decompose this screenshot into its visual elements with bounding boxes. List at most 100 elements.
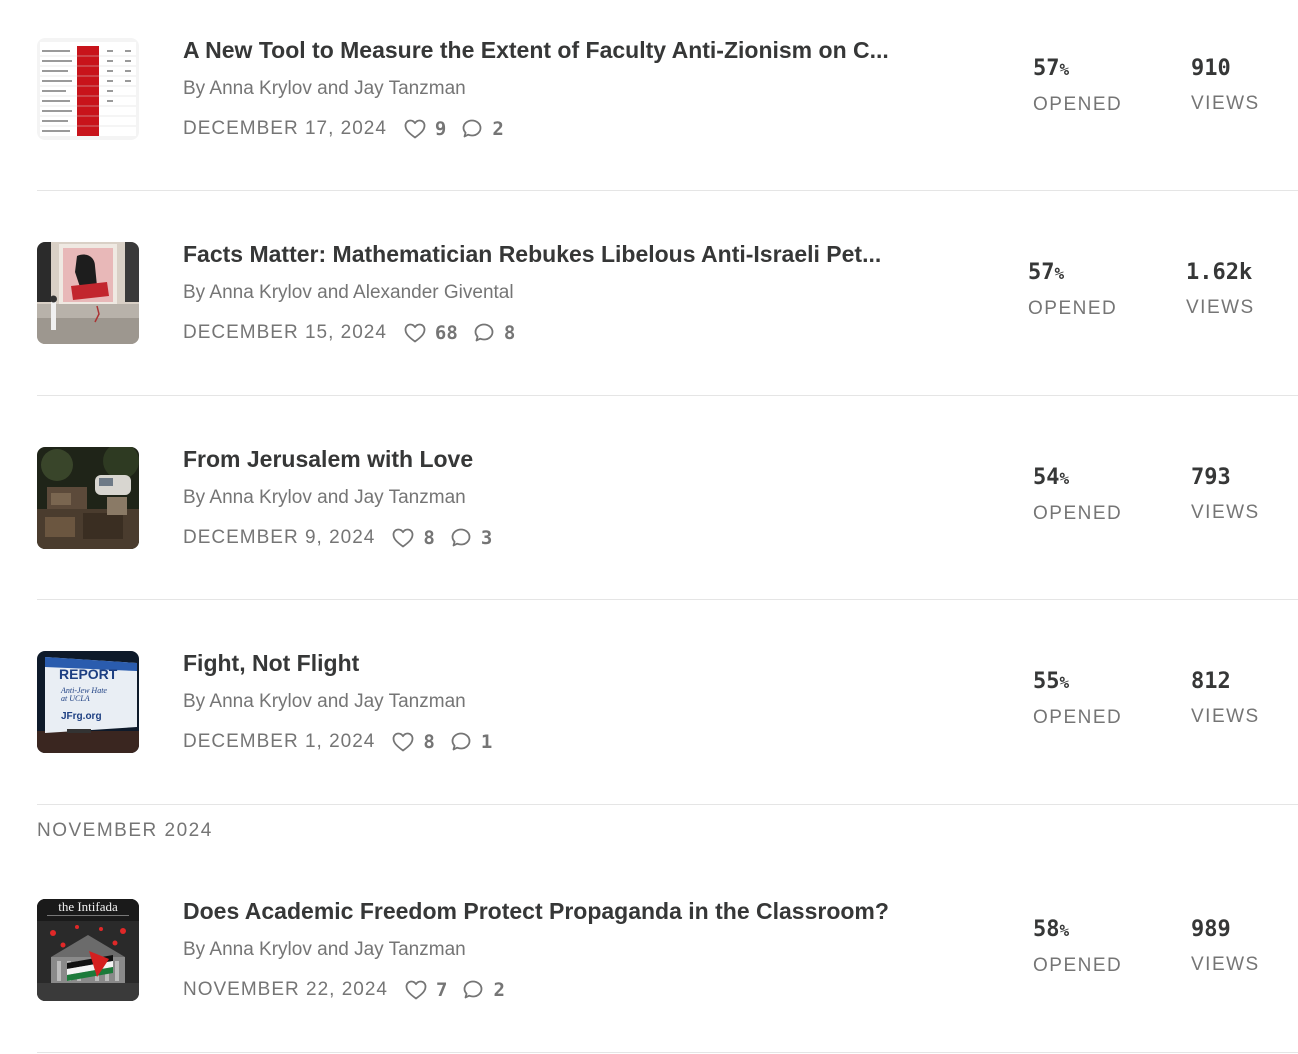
comment-icon[interactable] <box>449 730 473 754</box>
post-row[interactable]: Facts Matter: Mathematician Rebukes Libe… <box>37 240 1298 392</box>
opened-stat: 55% OPENED <box>1033 668 1153 730</box>
street-photo-thumbnail <box>37 447 139 549</box>
views-label: VIEWS <box>1186 297 1255 318</box>
heart-icon[interactable] <box>403 117 427 141</box>
opened-label: OPENED <box>1033 503 1123 524</box>
opened-label: OPENED <box>1033 955 1123 976</box>
heart-icon[interactable] <box>391 526 415 550</box>
comment-count: 8 <box>503 322 516 344</box>
opened-stat: 57% OPENED <box>1028 259 1148 321</box>
views-label: VIEWS <box>1191 502 1260 523</box>
post-byline[interactable]: By Anna Krylov and Alexander Givental <box>183 281 514 305</box>
views-stat: 793 VIEWS <box>1191 464 1298 525</box>
comment-count: 2 <box>493 979 505 1001</box>
opened-unit: % <box>1059 921 1070 940</box>
post-title[interactable]: A New Tool to Measure the Extent of Facu… <box>183 36 953 64</box>
like-count: 7 <box>435 979 448 1001</box>
views-value: 793 <box>1191 465 1231 490</box>
post-meta: DECEMBER 1, 2024 8 1 <box>183 730 506 754</box>
opened-stat: 58% OPENED <box>1033 916 1153 978</box>
like-count: 8 <box>423 527 435 549</box>
cover-title: the Intifada <box>58 899 118 914</box>
row-divider <box>37 395 1298 396</box>
comment-icon[interactable] <box>472 321 496 345</box>
post-byline[interactable]: By Anna Krylov and Jay Tanzman <box>183 486 466 510</box>
views-value: 1.62k <box>1186 260 1253 285</box>
post-title[interactable]: From Jerusalem with Love <box>183 445 953 473</box>
magazine-cover-thumbnail: the Intifada <box>37 899 139 1001</box>
poster-wall-thumbnail <box>37 242 139 344</box>
post-meta: DECEMBER 15, 2024 68 8 <box>183 321 529 345</box>
post-row[interactable]: REPORT Anti-Jew Hate at UCLA JFrg.org Fi… <box>37 649 1298 801</box>
heart-icon[interactable] <box>403 321 427 345</box>
post-thumbnail[interactable] <box>37 447 139 549</box>
opened-label: OPENED <box>1033 707 1123 728</box>
views-stat: 910 VIEWS <box>1191 55 1298 116</box>
comment-icon[interactable] <box>449 526 473 550</box>
post-thumbnail[interactable]: REPORT Anti-Jew Hate at UCLA JFrg.org <box>37 651 139 753</box>
like-count: 68 <box>434 322 458 344</box>
row-divider <box>37 190 1298 191</box>
opened-value: 58 <box>1033 917 1060 942</box>
comment-icon[interactable] <box>460 117 484 141</box>
billboard-url: JFrg.org <box>61 711 102 722</box>
comment-icon[interactable] <box>461 978 485 1002</box>
views-stat: 812 VIEWS <box>1191 668 1298 729</box>
post-thumbnail[interactable] <box>37 38 139 140</box>
post-row[interactable]: From Jerusalem with Love By Anna Krylov … <box>37 445 1298 597</box>
views-value: 910 <box>1191 56 1231 81</box>
opened-stat: 57% OPENED <box>1033 55 1153 117</box>
billboard-title: REPORT <box>59 666 118 682</box>
heart-icon[interactable] <box>404 978 428 1002</box>
opened-stat: 54% OPENED <box>1033 464 1153 526</box>
post-meta: DECEMBER 9, 2024 8 3 <box>183 526 506 550</box>
opened-label: OPENED <box>1033 94 1123 115</box>
opened-unit: % <box>1059 60 1070 79</box>
post-date: DECEMBER 9, 2024 <box>183 527 376 548</box>
opened-value: 54 <box>1033 465 1060 490</box>
post-date: DECEMBER 15, 2024 <box>183 322 387 343</box>
post-byline[interactable]: By Anna Krylov and Jay Tanzman <box>183 690 466 714</box>
post-thumbnail[interactable] <box>37 242 139 344</box>
post-row[interactable]: the Intifada Does Academic Freedom Prote… <box>37 897 1298 1049</box>
views-label: VIEWS <box>1191 706 1260 727</box>
post-meta: NOVEMBER 22, 2024 7 2 <box>183 978 519 1002</box>
views-value: 812 <box>1191 669 1231 694</box>
comment-count: 1 <box>480 731 493 753</box>
spreadsheet-thumbnail <box>37 38 139 140</box>
post-date: DECEMBER 1, 2024 <box>183 731 376 752</box>
like-count: 9 <box>434 118 447 140</box>
opened-label: OPENED <box>1028 298 1118 319</box>
post-date: NOVEMBER 22, 2024 <box>183 979 388 1000</box>
opened-unit: % <box>1059 673 1070 692</box>
billboard-thumbnail: REPORT Anti-Jew Hate at UCLA JFrg.org <box>37 651 139 753</box>
opened-unit: % <box>1059 469 1070 488</box>
comment-count: 3 <box>480 527 493 549</box>
post-row[interactable]: A New Tool to Measure the Extent of Facu… <box>37 36 1298 188</box>
opened-unit: % <box>1054 264 1065 283</box>
post-title[interactable]: Fight, Not Flight <box>183 649 953 677</box>
heart-icon[interactable] <box>391 730 415 754</box>
like-count: 8 <box>423 731 435 753</box>
post-date: DECEMBER 17, 2024 <box>183 118 387 139</box>
row-divider <box>37 804 1298 805</box>
row-divider <box>37 1052 1298 1053</box>
views-label: VIEWS <box>1191 93 1260 114</box>
post-byline[interactable]: By Anna Krylov and Jay Tanzman <box>183 938 466 962</box>
post-list: A New Tool to Measure the Extent of Facu… <box>0 0 1298 1054</box>
views-stat: 989 VIEWS <box>1191 916 1298 977</box>
billboard-line-2: at UCLA <box>61 694 90 703</box>
views-stat: 1.62k VIEWS <box>1186 259 1298 320</box>
post-thumbnail[interactable]: the Intifada <box>37 899 139 1001</box>
opened-value: 55 <box>1033 669 1060 694</box>
views-value: 989 <box>1191 917 1231 942</box>
opened-value: 57 <box>1033 56 1060 81</box>
post-title[interactable]: Facts Matter: Mathematician Rebukes Libe… <box>183 240 953 268</box>
post-title[interactable]: Does Academic Freedom Protect Propaganda… <box>183 897 953 925</box>
row-divider <box>37 599 1298 600</box>
post-byline[interactable]: By Anna Krylov and Jay Tanzman <box>183 77 466 101</box>
post-meta: DECEMBER 17, 2024 9 2 <box>183 117 518 141</box>
comment-count: 2 <box>492 118 504 140</box>
opened-value: 57 <box>1028 260 1055 285</box>
views-label: VIEWS <box>1191 954 1260 975</box>
